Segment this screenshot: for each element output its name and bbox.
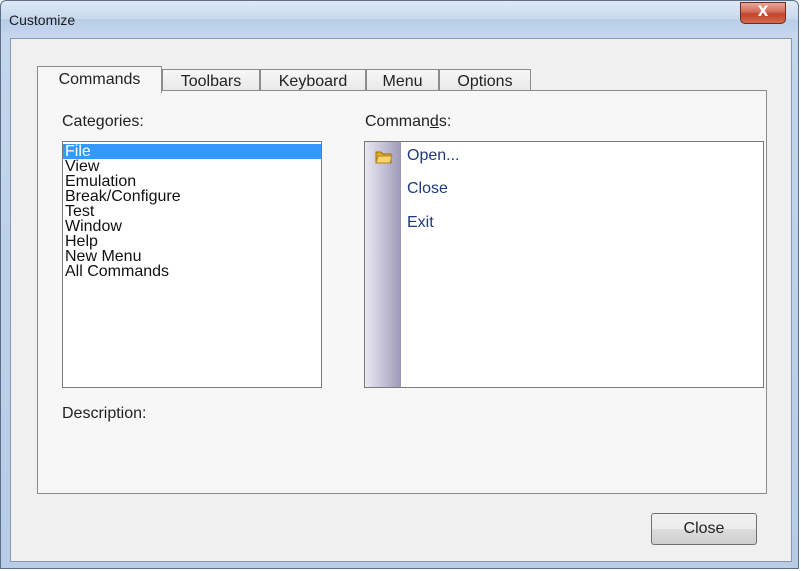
- commands-label: Commands:: [365, 113, 452, 130]
- categories-label: Categories:: [62, 113, 144, 130]
- window-close-button[interactable]: X: [740, 2, 786, 24]
- dialog-body: Commands Toolbars Keyboard Menu Options …: [10, 38, 792, 562]
- close-button[interactable]: Close: [651, 513, 757, 545]
- category-item-file[interactable]: File: [63, 144, 321, 160]
- command-icon-gutter: [365, 142, 401, 387]
- category-item-new-menu[interactable]: New Menu: [63, 249, 321, 265]
- command-item-open[interactable]: Open...: [407, 147, 459, 165]
- folder-open-icon: [375, 151, 393, 164]
- categories-listbox[interactable]: File View Emulation Break/Configure Test Wind…: [62, 141, 322, 388]
- command-item-close[interactable]: Close: [407, 180, 448, 198]
- window-title: Customize: [9, 12, 76, 28]
- category-item-emulation[interactable]: Emulation: [63, 174, 321, 190]
- commands-listbox[interactable]: Open... Close Exit: [364, 141, 764, 388]
- category-item-all-commands[interactable]: All Commands: [63, 264, 321, 280]
- tab-commands[interactable]: Commands: [37, 66, 162, 93]
- commands-tab-panel: Categories: File View Emulation Break/Confi…: [37, 90, 767, 494]
- command-item-exit[interactable]: Exit: [407, 214, 434, 232]
- category-item-test[interactable]: Test: [63, 204, 321, 220]
- category-item-break-configure[interactable]: Break/Configure: [63, 189, 321, 205]
- category-item-help[interactable]: Help: [63, 234, 321, 250]
- title-bar[interactable]: Customize X: [1, 1, 798, 37]
- customize-dialog: Customize X Commands Toolbars Keyboard M…: [0, 0, 799, 569]
- description-label: Description:: [62, 405, 147, 422]
- category-item-view[interactable]: View: [63, 159, 321, 175]
- category-item-window[interactable]: Window: [63, 219, 321, 235]
